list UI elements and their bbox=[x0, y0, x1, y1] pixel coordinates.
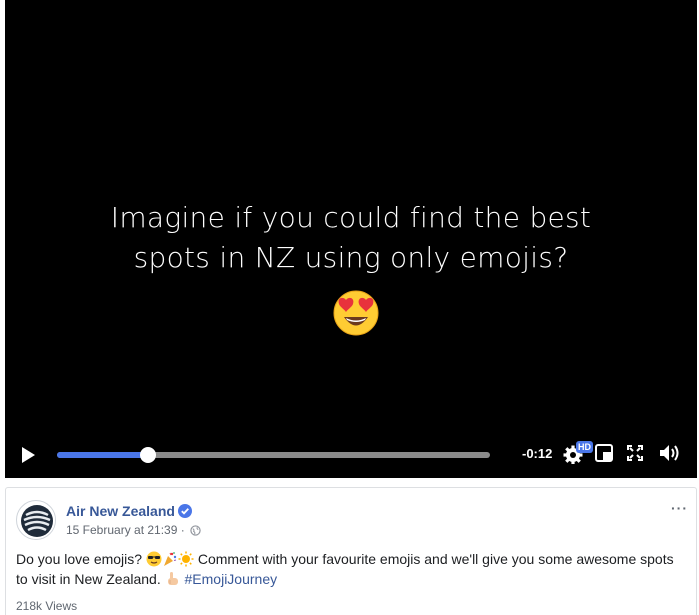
heart-eyes-emoji-icon bbox=[333, 290, 379, 336]
post-text-question: Do you love emojis? bbox=[16, 551, 143, 567]
sun-emoji-icon bbox=[178, 551, 194, 567]
hd-badge: HD bbox=[576, 441, 593, 453]
post-text: Do you love emojis? Comment with your fa… bbox=[16, 549, 688, 589]
sunglasses-emoji-icon bbox=[146, 551, 162, 567]
video-controls: -0:12 HD bbox=[5, 430, 697, 478]
caption-line-1: Imagine if you could find the best bbox=[110, 201, 592, 234]
public-globe-icon[interactable] bbox=[190, 525, 201, 536]
progress-fill bbox=[57, 452, 148, 458]
post-meta: 15 February at 21:39 · bbox=[66, 523, 201, 537]
post-timestamp[interactable]: 15 February at 21:39 bbox=[66, 523, 177, 537]
verified-badge-icon bbox=[178, 504, 192, 518]
caption-line-2: spots in NZ using only emojis? bbox=[133, 241, 569, 274]
progress-scrubber[interactable] bbox=[139, 447, 156, 463]
avatar[interactable] bbox=[16, 500, 56, 540]
volume-icon[interactable] bbox=[658, 443, 682, 463]
page-name-link[interactable]: Air New Zealand bbox=[66, 503, 175, 519]
facebook-post: Air New Zealand 15 February at 21:39 · ·… bbox=[5, 487, 697, 615]
air-new-zealand-koru-logo-icon bbox=[18, 502, 55, 539]
meta-separator: · bbox=[180, 523, 185, 537]
more-options-button[interactable]: ··· bbox=[671, 500, 688, 516]
pointing-down-hand-emoji-icon bbox=[167, 572, 178, 585]
picture-in-picture-icon[interactable] bbox=[595, 444, 613, 462]
play-icon[interactable] bbox=[19, 446, 37, 464]
fullscreen-icon[interactable] bbox=[627, 445, 643, 461]
hashtag-link[interactable]: #EmojiJourney bbox=[185, 571, 278, 587]
view-count: 218k Views bbox=[16, 599, 78, 613]
party-popper-emoji-icon bbox=[163, 552, 177, 566]
time-remaining: -0:12 bbox=[522, 446, 553, 461]
video-player[interactable]: Imagine if you could find the best spots… bbox=[5, 0, 697, 478]
progress-bar[interactable] bbox=[57, 447, 490, 463]
video-caption: Imagine if you could find the best spots… bbox=[5, 198, 697, 278]
